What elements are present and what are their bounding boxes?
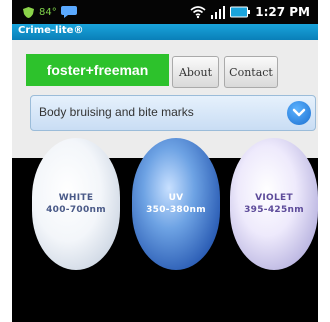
signal-bars-icon: [211, 6, 226, 19]
contact-label: Contact: [229, 65, 273, 79]
temperature-label: 84°: [39, 6, 57, 18]
application-select[interactable]: Body bruising and bite marks: [30, 95, 316, 131]
brand-label: foster+freeman: [46, 62, 149, 78]
violet-light-name: VIOLET: [255, 193, 293, 203]
brand-logo[interactable]: foster+freeman: [26, 54, 169, 86]
white-light-button[interactable]: WHITE 400-700nm: [32, 138, 120, 270]
about-label: About: [178, 65, 213, 79]
app-title-bar: Crime-lite®: [12, 24, 318, 40]
status-time: 1:27 PM: [255, 5, 310, 19]
select-value: Body bruising and bite marks: [39, 105, 194, 119]
wifi-icon: [190, 6, 206, 19]
status-bar: 84° 1:27 PM: [12, 0, 318, 24]
about-button[interactable]: About: [172, 56, 219, 88]
violet-light-button[interactable]: VIOLET 395-425nm: [230, 138, 318, 270]
app-title: Crime-lite®: [18, 25, 84, 36]
violet-light-range: 395-425nm: [244, 205, 304, 215]
shield-icon: [23, 6, 34, 18]
uv-light-range: 350-380nm: [146, 205, 206, 215]
uv-light-name: UV: [168, 193, 184, 203]
contact-button[interactable]: Contact: [224, 56, 278, 88]
uv-light-button[interactable]: UV 350-380nm: [132, 138, 220, 270]
phone-screen: 84° 1:27 PM Crime-lite® foster+freeman A…: [12, 0, 318, 322]
dropdown-button[interactable]: [287, 101, 311, 125]
chat-bubble-icon: [60, 6, 77, 18]
battery-icon: [230, 6, 251, 18]
white-light-name: WHITE: [58, 193, 94, 203]
white-light-range: 400-700nm: [46, 205, 106, 215]
chevron-down-icon: [292, 108, 306, 117]
